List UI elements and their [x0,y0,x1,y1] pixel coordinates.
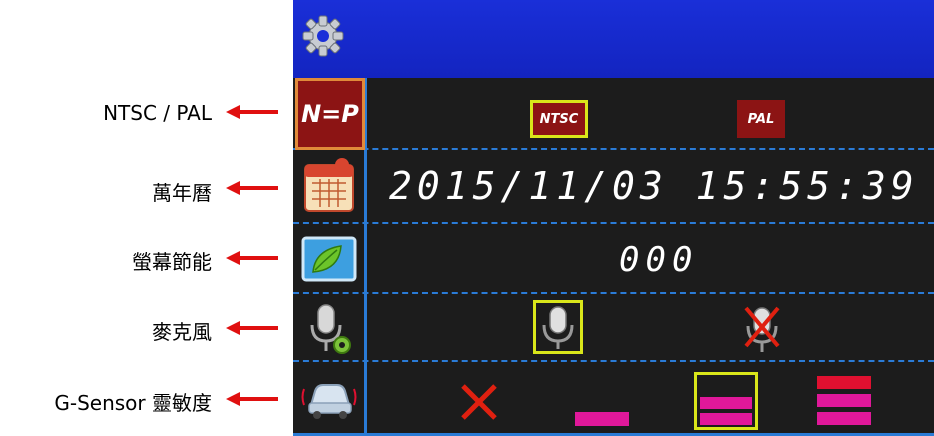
level-bar [575,412,629,426]
gsensor-high-option[interactable] [817,376,873,430]
microphone-row [293,294,934,362]
gsensor-medium-option[interactable] [694,372,758,430]
mic-mute-icon [744,306,780,352]
mic-off-option[interactable] [740,302,784,354]
level-bar [817,394,871,407]
screensaver-value[interactable]: 000 [619,240,698,280]
car-vibration-icon[interactable] [299,368,359,428]
gear-icon[interactable] [301,14,345,58]
calendar-row: 2015/11/03 15:55:39 [293,150,934,224]
pal-button[interactable]: PAL [737,100,785,138]
arrow-ntsc-pal [226,105,278,119]
arrow-calendar [226,181,278,195]
calendar-datetime[interactable]: 2015/11/03 15:55:39 [389,164,919,208]
mic-settings-icon[interactable] [299,298,359,358]
annotation-screensaver: 螢幕節能 [132,250,212,274]
level-bar [700,413,752,425]
gsensor-low-option[interactable] [575,410,629,426]
video-format-row: N=P NTSC PAL [293,78,934,150]
arrow-gsensor [226,392,278,406]
ntsc-pal-icon-text: N=P [301,100,359,128]
gsensor-off-option[interactable] [459,382,499,422]
leaf-screen-icon[interactable] [299,230,359,290]
annotation-ntsc-pal: NTSC / PAL [103,101,212,125]
settings-header [293,0,934,78]
annotation-gsensor: G-Sensor 靈敏度 [54,391,212,415]
mic-on-option[interactable] [533,300,583,354]
level-bar [817,412,871,425]
screensaver-row: 000 [293,224,934,294]
mic-icon [542,306,574,349]
level-bar [817,376,871,389]
annotation-calendar: 萬年曆 [152,181,212,205]
ntsc-label: NTSC [539,111,579,127]
ntsc-button[interactable]: NTSC [530,100,588,138]
arrow-screensaver [226,251,278,265]
device-screen: N=P NTSC PAL 2015/11/03 15:55:39 000 [293,0,934,436]
arrow-microphone [226,321,278,335]
pal-label: PAL [747,111,775,127]
annotation-microphone: 麥克風 [152,320,212,344]
calendar-icon[interactable] [299,156,359,216]
gsensor-row [293,362,934,436]
ntsc-pal-icon[interactable]: N=P [295,78,365,150]
level-bar [700,397,752,409]
x-icon [461,384,497,420]
